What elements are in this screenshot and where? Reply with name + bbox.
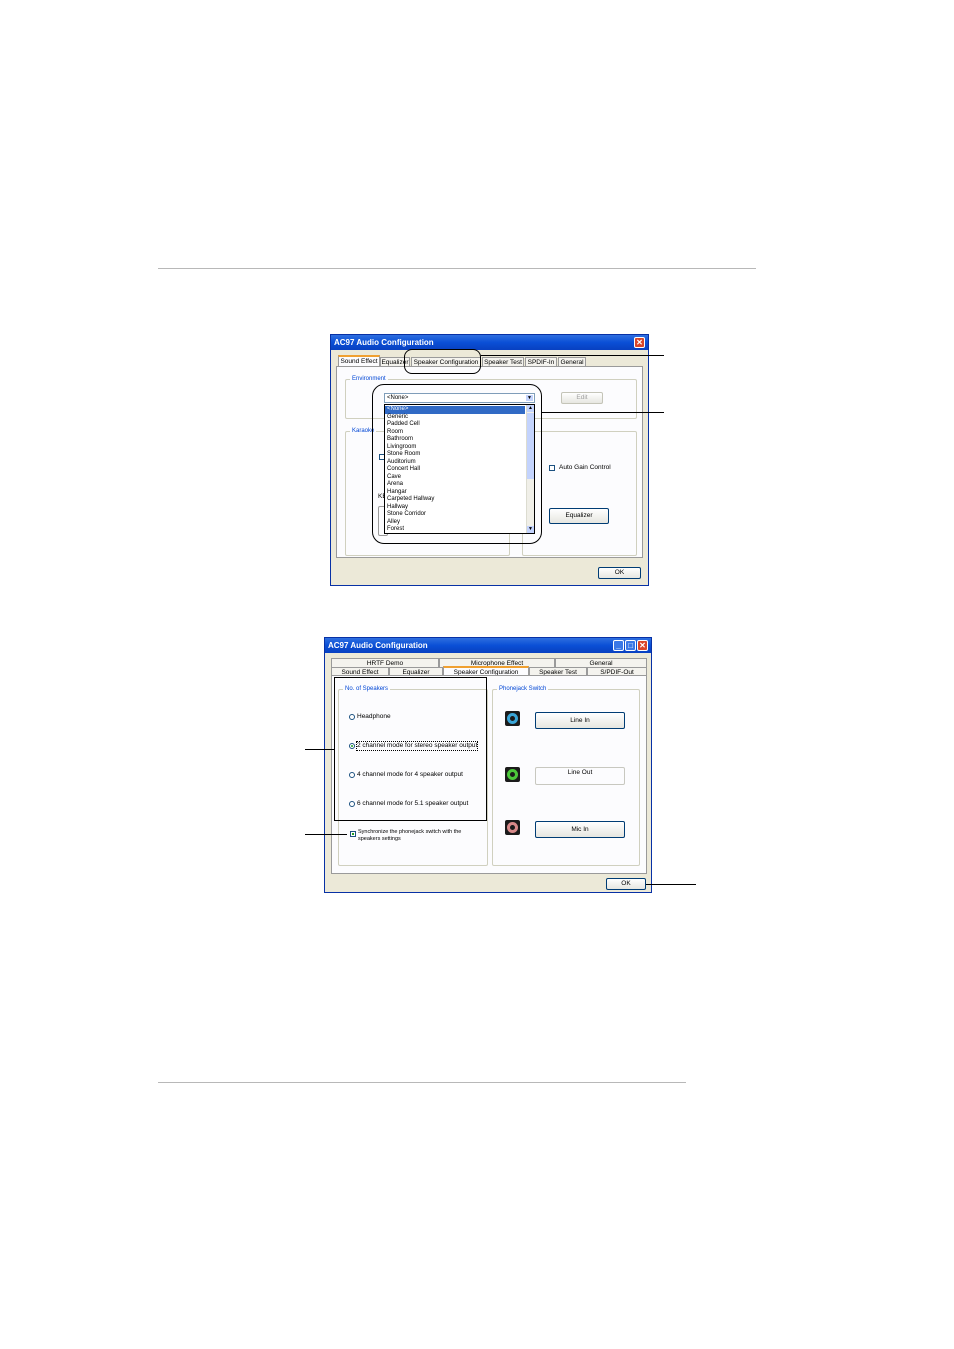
title-bar: AC97 Audio Configuration ✕ bbox=[331, 335, 648, 350]
line-out-display: Line Out bbox=[535, 767, 625, 785]
close-icon[interactable]: ✕ bbox=[637, 640, 648, 651]
close-icon[interactable]: ✕ bbox=[634, 337, 645, 348]
auto-gain-label: Auto Gain Control bbox=[559, 464, 611, 471]
sync-checkbox-label: Synchronize the phonejack switch with th… bbox=[358, 829, 462, 842]
ok-button[interactable]: OK bbox=[598, 567, 641, 579]
tab-label: SPDIF-In bbox=[527, 359, 555, 366]
tab-label: Speaker Test bbox=[484, 359, 522, 366]
leader-line bbox=[481, 355, 664, 356]
line-in-label: Line In bbox=[570, 717, 590, 724]
tab-label: Sound Effect bbox=[340, 358, 378, 365]
leader-line bbox=[542, 412, 664, 413]
tab-label: General bbox=[560, 359, 584, 366]
edit-button[interactable]: Edit bbox=[561, 392, 603, 404]
equalizer-label: Equalizer bbox=[565, 512, 593, 519]
ok-button[interactable]: OK bbox=[606, 878, 646, 890]
line-in-button[interactable]: Line In bbox=[535, 712, 625, 729]
leader-line bbox=[305, 834, 347, 835]
environment-label: Environment bbox=[350, 375, 388, 383]
edit-label: Edit bbox=[576, 394, 588, 401]
jack-ring bbox=[507, 713, 518, 724]
sync-checkbox[interactable] bbox=[350, 831, 356, 837]
callout-list-highlight bbox=[372, 384, 542, 544]
equalizer-button[interactable]: Equalizer bbox=[549, 508, 609, 524]
tab-label: HRTF Demo bbox=[366, 660, 404, 667]
bottom-rule bbox=[158, 1082, 686, 1083]
phonejack-group-label: Phonejack Switch bbox=[497, 685, 549, 693]
top-rule bbox=[158, 268, 756, 269]
line-out-jack-icon bbox=[505, 767, 520, 782]
leader-line bbox=[305, 749, 334, 750]
ok-label: OK bbox=[621, 880, 631, 887]
window-title: AC97 Audio Configuration bbox=[328, 641, 428, 650]
callout-speakers-highlight bbox=[334, 677, 487, 821]
leader-line bbox=[646, 884, 696, 885]
tab-hrtf-demo[interactable]: HRTF Demo bbox=[331, 658, 439, 667]
jack-ring bbox=[507, 769, 518, 780]
auto-gain-checkbox[interactable] bbox=[549, 465, 555, 471]
window-title: AC97 Audio Configuration bbox=[334, 338, 434, 347]
line-out-label: Line Out bbox=[567, 769, 593, 776]
maximize-icon[interactable]: □ bbox=[625, 640, 636, 651]
line-in-jack-icon bbox=[505, 711, 520, 726]
mic-in-button[interactable]: Mic In bbox=[535, 821, 625, 838]
mic-in-label: Mic In bbox=[571, 826, 589, 833]
jack-ring bbox=[507, 822, 518, 833]
callout-tab-highlight bbox=[404, 349, 481, 374]
title-bar: AC97 Audio Configuration _ □ ✕ bbox=[325, 638, 651, 653]
mic-in-jack-icon bbox=[505, 820, 520, 835]
tab-label: General bbox=[589, 660, 613, 667]
tab-general[interactable]: General bbox=[555, 658, 647, 667]
minimize-icon[interactable]: _ bbox=[613, 640, 624, 651]
ok-label: OK bbox=[614, 569, 625, 576]
